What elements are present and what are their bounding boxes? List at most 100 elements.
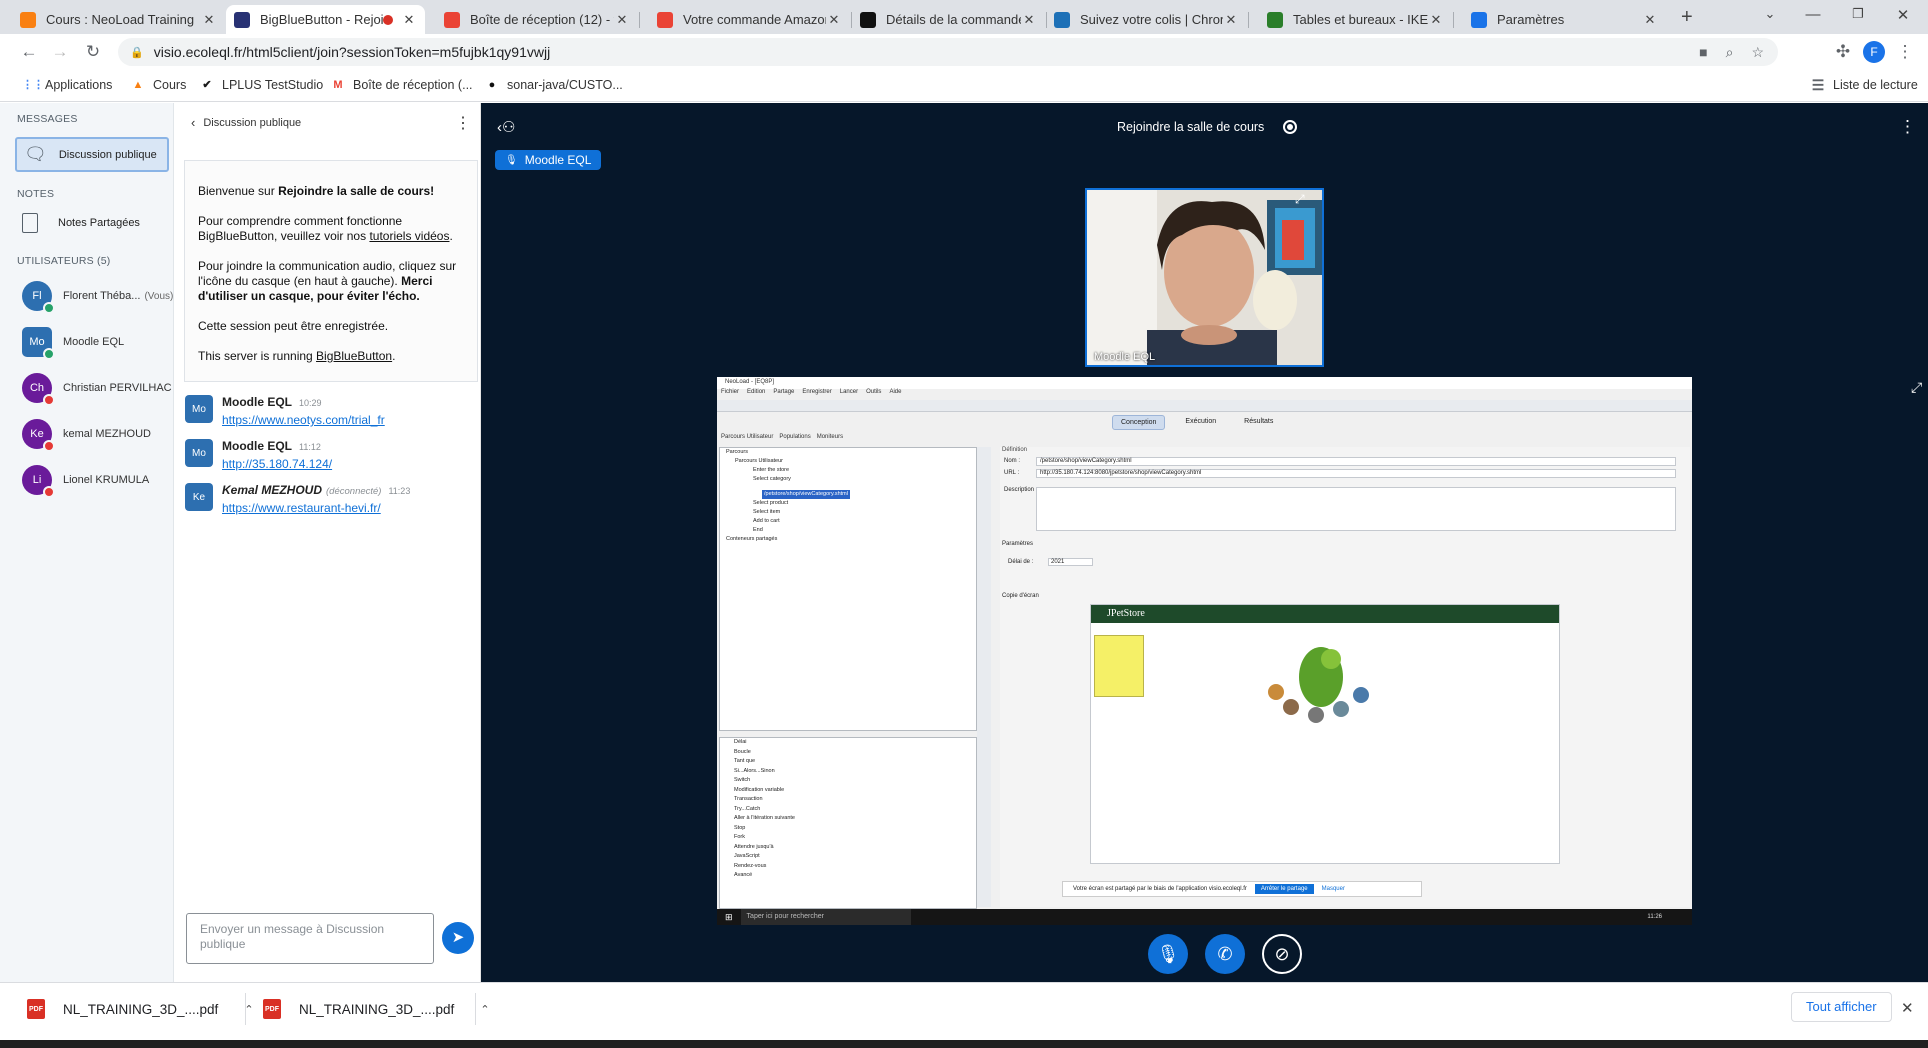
name-field[interactable]: /petstore/shop/viewCategory.shtml bbox=[1036, 457, 1676, 466]
neoload-action-item[interactable]: Modification variable bbox=[720, 786, 976, 796]
shared-notes-item[interactable]: Notes Partagées bbox=[22, 213, 140, 233]
neoload-tree-item[interactable]: Parcours bbox=[720, 448, 976, 457]
stop-sharing-button[interactable]: Arrêter le partage bbox=[1254, 884, 1314, 894]
microphone-button[interactable]: 🎙 bbox=[1148, 934, 1188, 974]
neoload-action-item[interactable]: Avancé bbox=[720, 871, 976, 881]
public-chat-item[interactable]: 🗨 Discussion publique bbox=[15, 137, 169, 172]
phone-button[interactable]: ✆ bbox=[1205, 934, 1245, 974]
neoload-action-item[interactable]: Tant que bbox=[720, 757, 976, 767]
neoload-menu-item[interactable]: Outils bbox=[866, 389, 881, 399]
close-tab-icon[interactable]: ✕ bbox=[201, 12, 217, 28]
fullscreen-icon[interactable]: ⤢ bbox=[1911, 379, 1922, 396]
back-icon[interactable]: ← bbox=[18, 41, 40, 63]
neoload-side-tab[interactable]: Moniteurs bbox=[817, 434, 843, 440]
neoload-action-item[interactable]: Transaction bbox=[720, 795, 976, 805]
neoload-action-item[interactable]: Aller à l'itération suivante bbox=[720, 814, 976, 824]
neoload-action-item[interactable]: Délai bbox=[720, 738, 976, 748]
chat-message-input[interactable]: Envoyer un message à Discussion publique bbox=[186, 913, 434, 964]
restore-icon[interactable]: ❐ bbox=[1838, 6, 1878, 28]
address-bar[interactable]: 🔒 visio.ecoleql.fr/html5client/join?sess… bbox=[118, 38, 1778, 66]
neoload-action-item[interactable]: Attendre jusqu'à bbox=[720, 843, 976, 853]
close-window-icon[interactable]: ✕ bbox=[1883, 6, 1923, 28]
neoload-action-item[interactable]: Switch bbox=[720, 776, 976, 786]
neoload-menu-item[interactable]: Partage bbox=[773, 389, 794, 399]
reading-list[interactable]: ☰ Liste de lecture bbox=[1810, 77, 1918, 93]
neoload-tree-item[interactable]: End bbox=[720, 526, 976, 535]
bookmark-4[interactable]: M Boîte de réception (... bbox=[330, 77, 472, 93]
delay-field[interactable]: 2021 bbox=[1048, 558, 1093, 566]
neoload-tree-item[interactable]: Select item bbox=[720, 508, 976, 517]
neoload-tree-item[interactable]: Add to cart bbox=[720, 517, 976, 526]
download-item[interactable]: PDF NL_TRAINING_3D_....pdf ⌃ bbox=[27, 993, 254, 1025]
send-button[interactable]: ➤ bbox=[442, 922, 474, 954]
download-item[interactable]: PDF NL_TRAINING_3D_....pdf ⌃ bbox=[263, 999, 490, 1019]
close-tab-icon[interactable]: ✕ bbox=[401, 12, 417, 28]
neoload-menu-item[interactable]: Edition bbox=[747, 389, 765, 399]
neoload-side-tab[interactable]: Parcours Utilisateur bbox=[721, 434, 773, 440]
tab-search-icon[interactable]: ⌄ bbox=[1750, 6, 1790, 28]
tab-6[interactable]: Suivez votre colis | Chrono ✕ bbox=[1046, 5, 1247, 34]
close-tab-icon[interactable]: ✕ bbox=[1428, 12, 1444, 28]
tab-4[interactable]: Votre commande Amazon ✕ bbox=[649, 5, 850, 34]
user-item[interactable]: Ke kemal MEZHOUD bbox=[22, 419, 151, 452]
chat-options-icon[interactable]: ⋮ bbox=[455, 113, 471, 133]
neoload-menu-item[interactable]: Lancer bbox=[840, 389, 858, 399]
bookmark-3[interactable]: ✔ LPLUS TestStudio bbox=[199, 77, 323, 93]
zoom-icon[interactable]: ⌕ bbox=[1726, 44, 1734, 61]
windows-search-box[interactable]: Taper ici pour rechercher bbox=[740, 909, 911, 925]
user-item[interactable]: Ch Christian PERVILHAC bbox=[22, 373, 172, 406]
neoload-action-item[interactable]: Try...Catch bbox=[720, 805, 976, 815]
profile-avatar[interactable]: F bbox=[1863, 41, 1885, 63]
message-link[interactable]: http://35.180.74.124/ bbox=[222, 457, 332, 471]
reload-icon[interactable]: ↻ bbox=[82, 41, 104, 63]
bookmark-5[interactable]: ● sonar-java/CUSTO... bbox=[484, 77, 623, 93]
tutorial-link[interactable]: tutoriels vidéos bbox=[369, 229, 449, 243]
minimize-icon[interactable]: — bbox=[1793, 6, 1833, 28]
tab-2[interactable]: BigBlueButton - Rejoin ✕ bbox=[226, 5, 425, 34]
close-tab-icon[interactable]: ✕ bbox=[1223, 12, 1239, 28]
bookmark-2[interactable]: ▲ Cours bbox=[130, 77, 187, 93]
neoload-tree-item[interactable]: Conteneurs partagés bbox=[720, 535, 976, 544]
chevron-up-icon[interactable]: ⌃ bbox=[480, 1003, 489, 1016]
close-tab-icon[interactable]: ✕ bbox=[614, 12, 630, 28]
url-field[interactable]: http://35.180.74.124:8080/jpetstore/shop… bbox=[1036, 469, 1676, 478]
close-tab-icon[interactable]: ✕ bbox=[826, 12, 842, 28]
neoload-menu-item[interactable]: Fichier bbox=[721, 389, 739, 399]
tab-8[interactable]: Paramètres ✕ bbox=[1463, 5, 1666, 34]
user-item[interactable]: Fl Florent Théba... (Vous) bbox=[22, 281, 173, 314]
recording-indicator-icon[interactable] bbox=[1283, 120, 1297, 134]
hide-notice-button[interactable]: Masquer bbox=[1322, 886, 1345, 892]
neoload-menu-item[interactable]: Enregistrer bbox=[802, 389, 831, 399]
user-item[interactable]: Mo Moodle EQL bbox=[22, 327, 124, 360]
windows-start-icon[interactable]: ⊞ bbox=[725, 912, 733, 923]
neoload-action-item[interactable]: Fork bbox=[720, 833, 976, 843]
user-item[interactable]: Li Lionel KRUMULA bbox=[22, 465, 149, 498]
expand-video-icon[interactable]: ⤢ bbox=[1295, 192, 1305, 207]
neoload-action-item[interactable]: Boucle bbox=[720, 748, 976, 758]
close-tab-icon[interactable]: ✕ bbox=[1642, 12, 1658, 28]
neoload-menu-item[interactable]: Aide bbox=[889, 389, 901, 399]
neoload-mode-tab[interactable]: Exécution bbox=[1177, 415, 1224, 430]
new-tab-icon[interactable]: + bbox=[1681, 6, 1693, 29]
neoload-tree-item[interactable]: Parcours Utilisateur bbox=[720, 457, 976, 466]
camera-in-use-icon[interactable]: ■ bbox=[1699, 44, 1707, 61]
neoload-action-item[interactable]: Stop bbox=[720, 824, 976, 834]
neoload-side-tab[interactable]: Populations bbox=[779, 434, 810, 440]
neoload-tree-item[interactable]: Enter the store bbox=[720, 466, 976, 475]
show-all-downloads-button[interactable]: Tout afficher bbox=[1791, 992, 1892, 1022]
neoload-mode-tab[interactable]: Résultats bbox=[1236, 415, 1281, 430]
neoload-tree-item[interactable]: /petstore/shop/viewCategory.shtml bbox=[762, 490, 850, 499]
tab-1[interactable]: Cours : NeoLoad Training ✕ bbox=[12, 5, 225, 34]
forward-icon[interactable]: → bbox=[49, 41, 71, 63]
browser-menu-icon[interactable]: ⋮ bbox=[1894, 41, 1916, 63]
close-tab-icon[interactable]: ✕ bbox=[1021, 12, 1037, 28]
extensions-icon[interactable]: ✣ bbox=[1832, 41, 1854, 63]
neoload-action-item[interactable]: Si...Alors...Sinon bbox=[720, 767, 976, 777]
close-downloads-icon[interactable]: ✕ bbox=[1901, 999, 1914, 1017]
description-field[interactable] bbox=[1036, 487, 1676, 531]
neoload-mode-tab[interactable]: Conception bbox=[1112, 415, 1166, 430]
bookmark-star-icon[interactable]: ☆ bbox=[1751, 44, 1764, 61]
tab-3[interactable]: Boîte de réception (12) - fl ✕ bbox=[436, 5, 638, 34]
neoload-tree-item[interactable]: Select category bbox=[720, 475, 976, 484]
toggle-userlist-icon[interactable]: ‹⚇ bbox=[497, 118, 515, 136]
